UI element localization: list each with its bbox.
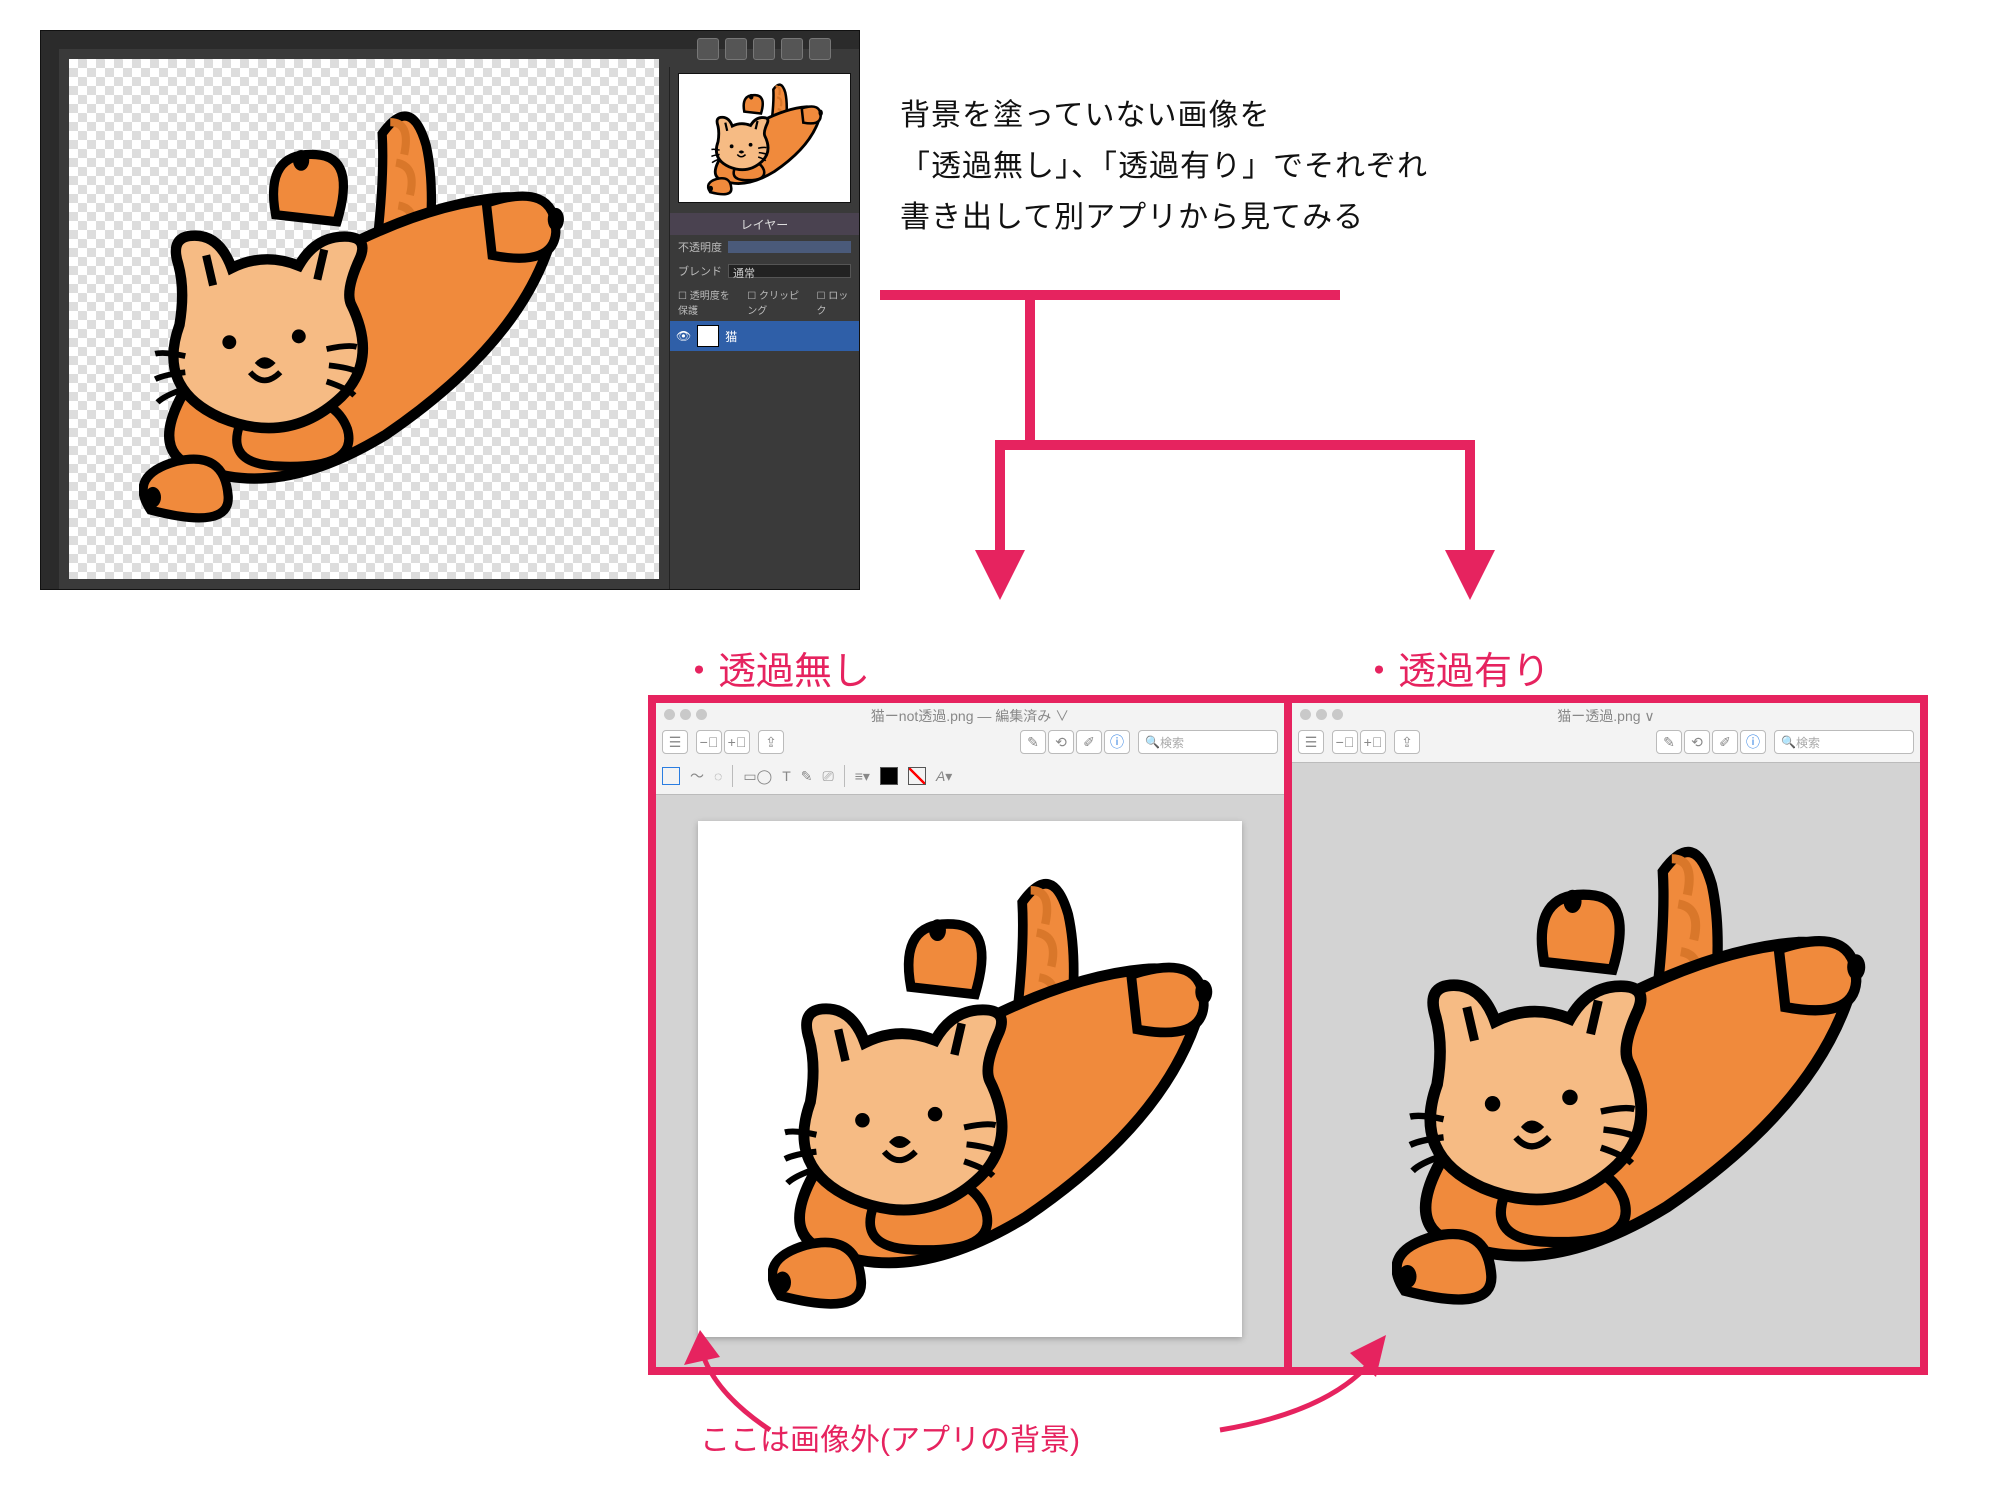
opacity-slider[interactable] (728, 241, 851, 253)
label-with-transparency: ・透過有り (1360, 640, 1550, 695)
preview-titlebar: 猫ー透過.png ∨ ☰ −⃝ +⃝ ⇪ ✎ ⟲ ✐ ⓘ 🔍 検索 (1292, 703, 1920, 763)
window-title: 猫ー透過.png ∨ (1292, 706, 1920, 726)
text-icon[interactable]: T (782, 768, 791, 784)
blend-dropdown[interactable]: 通常 (728, 264, 851, 278)
line-weight-icon[interactable]: ≡▾ (855, 768, 870, 785)
line-tool-icon[interactable]: 〜 (690, 766, 704, 786)
branch-arrow (880, 270, 1500, 620)
cat-illustration (139, 99, 579, 539)
layer-row-selected[interactable]: 👁 猫 (670, 321, 859, 351)
zoom-in-icon[interactable]: +⃝ (724, 730, 750, 754)
callout-text: ここは画像外(アプリの背景) (700, 1415, 1080, 1459)
sign-icon[interactable]: ✎ (801, 768, 813, 785)
panel-tab-layer[interactable]: レイヤー (670, 213, 859, 235)
font-icon[interactable]: A▾ (936, 768, 952, 785)
lasso-tool-icon[interactable]: ◌ (714, 768, 722, 784)
sidebar-icon[interactable]: ☰ (662, 730, 688, 754)
zoom-in-icon[interactable]: +⃝ (1360, 730, 1386, 754)
info-icon[interactable]: ⓘ (1104, 730, 1130, 754)
editor-side-panel: レイヤー 不透明度 ブレンド 通常 ☐ 透明度を保護 ☐ クリッピング ☐ ロッ… (669, 67, 859, 589)
eye-icon[interactable]: 👁 (676, 329, 691, 343)
label-no-transparency: ・透過無し (680, 640, 870, 695)
cat-illustration-mini (697, 80, 837, 200)
paint-app-screenshot: レイヤー 不透明度 ブレンド 通常 ☐ 透明度を保護 ☐ クリッピング ☐ ロッ… (40, 30, 860, 590)
info-icon[interactable]: ⓘ (1740, 730, 1766, 754)
adjust-icon[interactable]: ⎚ (823, 768, 834, 785)
fill-color-icon[interactable] (908, 767, 926, 785)
blend-label: ブレンド (678, 263, 722, 279)
preview-comparison-box: 猫ーnot透過.png — 編集済み ∨ ☰ −⃝ +⃝ ⇪ ✎ ⟲ ✐ ⓘ 🔍… (648, 695, 1928, 1375)
cat-illustration (1392, 833, 1882, 1323)
protect-alpha-label: 透明度を保護 (678, 291, 730, 317)
window-title: 猫ーnot透過.png — 編集済み ∨ (656, 706, 1284, 726)
share-icon[interactable]: ⇪ (1394, 730, 1420, 754)
shapes-icon[interactable]: ▭◯ (743, 768, 772, 785)
layer-thumbnail (697, 325, 719, 347)
layer-name: 猫 (725, 328, 737, 345)
editor-canvas-transparent (69, 59, 659, 579)
zoom-out-icon[interactable]: −⃝ (1332, 730, 1358, 754)
editor-top-icons (689, 31, 859, 67)
markup-icon[interactable]: ✐ (1076, 730, 1102, 754)
preview-with-transparency: 猫ー透過.png ∨ ☰ −⃝ +⃝ ⇪ ✎ ⟲ ✐ ⓘ 🔍 検索 (1292, 703, 1920, 1367)
rotate-icon[interactable]: ⟲ (1048, 730, 1074, 754)
highlight-icon[interactable]: ✎ (1020, 730, 1046, 754)
rotate-icon[interactable]: ⟲ (1684, 730, 1710, 754)
markup-toolbar: 〜 ◌ ▭◯ T ✎ ⎚ ≡▾ A▾ (662, 761, 1278, 791)
stroke-color-icon[interactable] (880, 767, 898, 785)
selection-tool-icon[interactable] (662, 767, 680, 785)
sidebar-icon[interactable]: ☰ (1298, 730, 1324, 754)
markup-icon[interactable]: ✐ (1712, 730, 1738, 754)
search-input[interactable]: 🔍 検索 (1774, 730, 1914, 754)
highlight-icon[interactable]: ✎ (1656, 730, 1682, 754)
image-area-white-bg (698, 821, 1242, 1337)
preview-toolbar: ☰ −⃝ +⃝ ⇪ ✎ ⟲ ✐ ⓘ 🔍 検索 (1298, 727, 1914, 757)
ruler-vertical (41, 31, 59, 589)
opacity-label: 不透明度 (678, 239, 722, 255)
preview-titlebar: 猫ーnot透過.png — 編集済み ∨ ☰ −⃝ +⃝ ⇪ ✎ ⟲ ✐ ⓘ 🔍… (656, 703, 1284, 795)
preview-no-transparency: 猫ーnot透過.png — 編集済み ∨ ☰ −⃝ +⃝ ⇪ ✎ ⟲ ✐ ⓘ 🔍… (656, 703, 1292, 1367)
navigator-thumbnail (678, 73, 851, 203)
preview-toolbar: ☰ −⃝ +⃝ ⇪ ✎ ⟲ ✐ ⓘ 🔍 検索 (662, 727, 1278, 757)
explanation-text: 背景を塗っていない画像を 「透過無し」、「透過有り」でそれぞれ 書き出して別アプ… (900, 90, 1428, 243)
search-input[interactable]: 🔍 検索 (1138, 730, 1278, 754)
share-icon[interactable]: ⇪ (758, 730, 784, 754)
cat-illustration (768, 866, 1228, 1326)
zoom-out-icon[interactable]: −⃝ (696, 730, 722, 754)
